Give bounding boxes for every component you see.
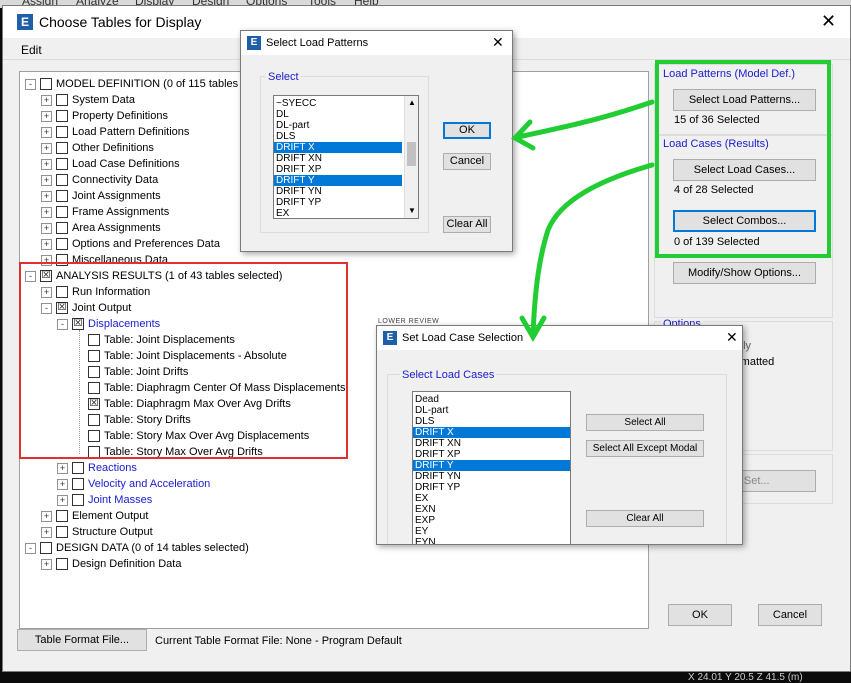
annotation-arrows xyxy=(510,99,655,342)
arrow-to-load-cases xyxy=(519,162,655,342)
arrow-to-patterns xyxy=(510,99,655,151)
